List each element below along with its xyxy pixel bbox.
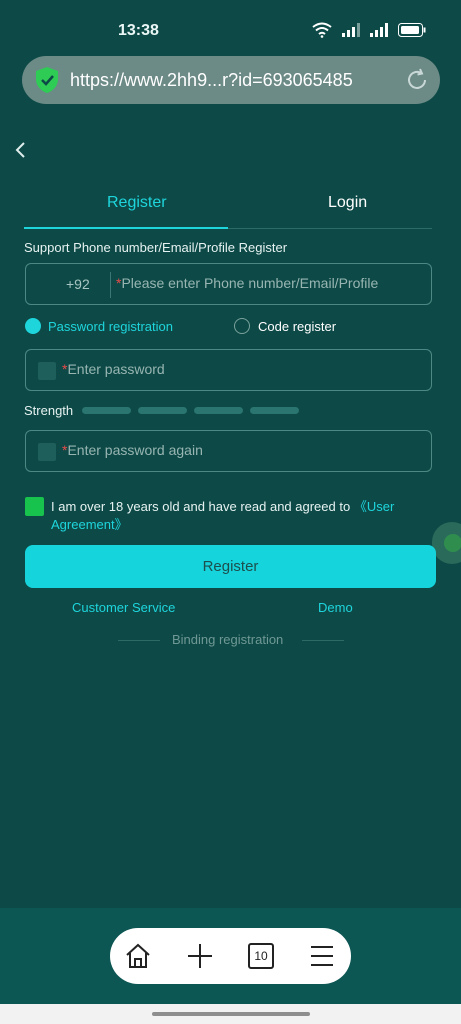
tabs-icon[interactable]: 10 [248, 943, 274, 969]
demo-link[interactable]: Demo [318, 600, 353, 615]
signal-icon [342, 23, 360, 37]
agreement-text: I am over 18 years old and have read and… [51, 498, 421, 534]
status-bar: 13:38 [0, 0, 461, 46]
radio-password-label[interactable]: Password registration [48, 319, 173, 334]
tab-count: 10 [254, 949, 268, 963]
url-text[interactable]: https://www.2hh9...r?id=693065485 [70, 70, 404, 91]
binding-registration-label: Binding registration [172, 632, 284, 647]
password-again-field[interactable]: *Enter password again [25, 430, 432, 472]
divider-line [302, 640, 344, 641]
signal-icon [370, 23, 388, 37]
registration-mode: Password registration Code register [25, 318, 445, 338]
menu-icon[interactable] [308, 942, 336, 970]
radio-code-label[interactable]: Code register [258, 319, 336, 334]
refresh-icon[interactable] [404, 67, 430, 93]
agreement-label: I am over 18 years old and have read and… [51, 499, 351, 514]
phone-field[interactable]: +92 *Please enter Phone number/Email/Pro… [25, 263, 432, 305]
customer-service-link[interactable]: Customer Service [72, 600, 175, 615]
password-input[interactable]: *Enter password [62, 361, 165, 377]
browser-url-bar[interactable]: https://www.2hh9...r?id=693065485 [22, 56, 440, 104]
field-divider [110, 272, 111, 298]
gesture-bar[interactable] [152, 1012, 310, 1016]
battery-icon [398, 23, 426, 37]
strength-bar [138, 407, 187, 414]
system-icons [312, 22, 426, 38]
back-arrow-icon[interactable] [12, 140, 30, 160]
password-again-placeholder: Enter password again [67, 442, 203, 458]
strength-bar [250, 407, 299, 414]
floating-side-button[interactable] [432, 522, 461, 564]
password-field[interactable]: *Enter password [25, 349, 432, 391]
strength-bar [82, 407, 131, 414]
strength-bar [194, 407, 243, 414]
status-time: 13:38 [118, 22, 159, 39]
active-tab-indicator [24, 227, 228, 229]
register-button[interactable]: Register [25, 545, 436, 588]
radio-code-register[interactable] [234, 318, 250, 334]
password-again-input[interactable]: *Enter password again [62, 442, 203, 458]
lock-icon [38, 443, 56, 461]
radio-password-registration[interactable] [25, 318, 41, 334]
country-code[interactable]: +92 [66, 276, 90, 292]
phone-input[interactable]: *Please enter Phone number/Email/Profile [116, 275, 378, 291]
password-placeholder: Enter password [67, 361, 165, 377]
phone-placeholder: Please enter Phone number/Email/Profile [121, 275, 379, 291]
tab-register[interactable]: Register [107, 194, 167, 212]
divider-line [118, 640, 160, 641]
strength-meter [82, 407, 299, 414]
wifi-icon [312, 22, 332, 38]
strength-label: Strength [24, 403, 74, 418]
tab-login[interactable]: Login [328, 194, 367, 212]
home-icon[interactable] [124, 942, 152, 970]
plus-icon[interactable] [186, 942, 214, 970]
shield-check-icon [36, 67, 58, 93]
lock-icon [38, 362, 56, 380]
auth-tabs: Register Login [24, 182, 432, 229]
support-text: Support Phone number/Email/Profile Regis… [24, 240, 288, 255]
browser-nav-pill: 10 [110, 928, 351, 984]
agreement-checkbox[interactable] [25, 497, 44, 516]
